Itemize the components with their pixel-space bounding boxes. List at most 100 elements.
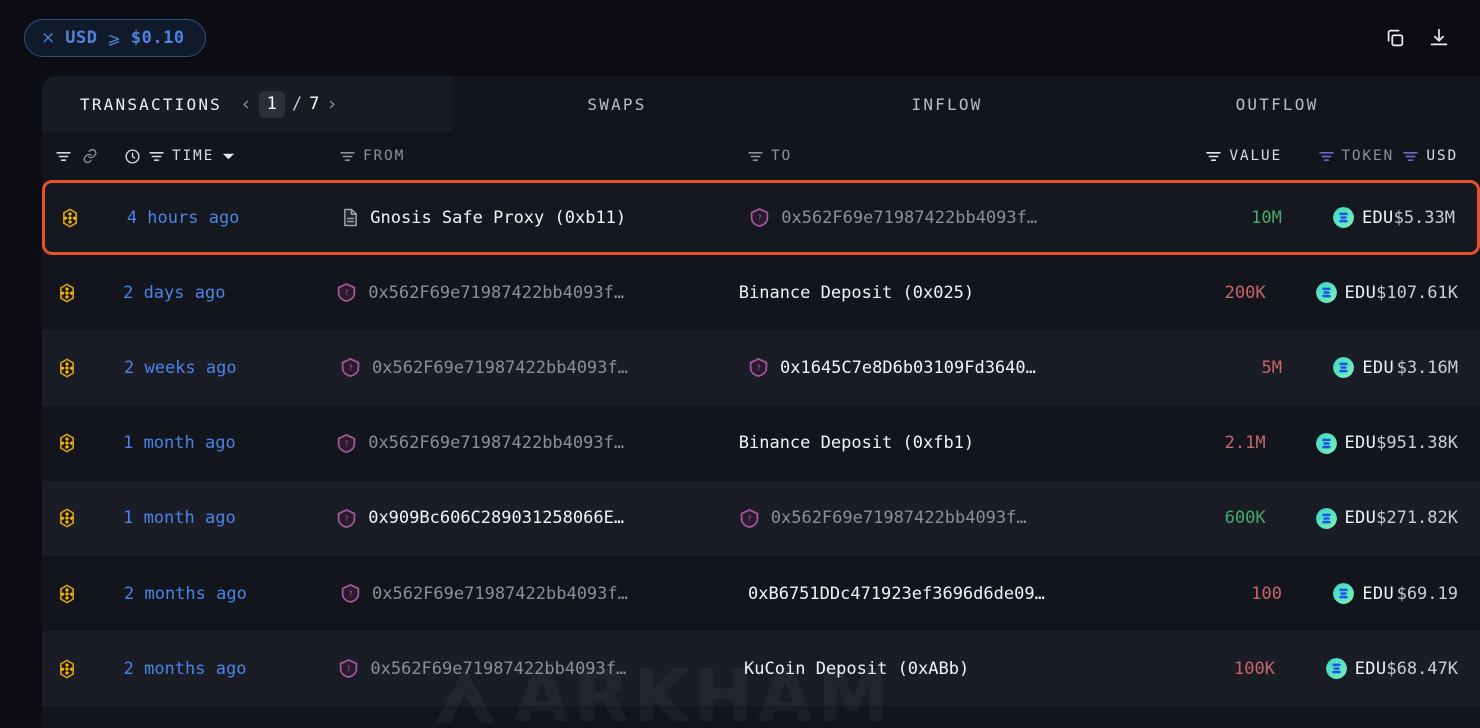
row-to-cell[interactable]: Binance Deposit (0xfb1)	[739, 433, 1142, 453]
row-chain-cell	[42, 507, 123, 529]
row-usd-cell: $271.82K	[1376, 508, 1458, 529]
bnb-chain-icon	[56, 507, 78, 529]
row-token-label: EDU	[1354, 658, 1387, 679]
row-token-cell[interactable]: EDU	[1282, 207, 1394, 229]
row-to-label[interactable]: 0xB6751DDc471923ef3696d6de09…	[748, 584, 1045, 604]
row-from-cell[interactable]: ? 0x562F69e71987422bb4093f…	[336, 282, 739, 303]
unknown-shield-icon: ?	[340, 357, 361, 378]
filter-key-label: USD	[65, 28, 98, 48]
tab-outflow[interactable]: OUTFLOW	[1112, 76, 1442, 132]
row-from-label[interactable]: 0x562F69e71987422bb4093f…	[372, 584, 628, 604]
prev-page-icon[interactable]: ‹	[240, 94, 252, 114]
row-to-cell[interactable]: KuCoin Deposit (0xABb)	[744, 659, 1150, 679]
row-from-label[interactable]: 0x562F69e71987422bb4093f…	[368, 433, 624, 453]
remove-filter-icon[interactable]: ×	[41, 29, 55, 47]
edu-token-icon	[1315, 432, 1337, 454]
row-to-cell[interactable]: ? 0x562F69e71987422bb4093f…	[749, 207, 1156, 228]
row-to-label[interactable]: 0x1645C7e8D6b03109Fd3640…	[780, 358, 1036, 378]
row-to-label[interactable]: Binance Deposit (0xfb1)	[739, 433, 974, 453]
next-page-icon[interactable]: ›	[326, 94, 338, 114]
tab-inflow[interactable]: INFLOW	[782, 76, 1112, 132]
edu-token-icon	[1315, 507, 1337, 529]
table-row[interactable]: 2 weeks ago ? 0x562F69e71987422bb4093f… …	[42, 330, 1480, 406]
row-from-cell[interactable]: ? 0x562F69e71987422bb4093f…	[340, 357, 748, 378]
row-from-cell[interactable]: ? 0x562F69e71987422bb4093f…	[336, 433, 739, 454]
filter-icon[interactable]	[748, 151, 763, 162]
row-token-cell[interactable]: EDU	[1266, 282, 1377, 304]
filter-icon[interactable]	[1319, 151, 1335, 162]
row-usd-cell: $3.16M	[1396, 357, 1458, 378]
column-header-chain[interactable]	[42, 148, 124, 164]
row-time-cell: 4 hours ago	[126, 207, 240, 228]
row-to-cell[interactable]: ? 0x1645C7e8D6b03109Fd3640…	[748, 357, 1156, 378]
unknown-shield-icon: ?	[336, 508, 357, 529]
row-token-cell[interactable]: EDU	[1266, 432, 1377, 454]
row-from-cell[interactable]: ? 0x562F69e71987422bb4093f…	[338, 658, 744, 679]
top-toolbar: × USD ⩾ $0.10	[0, 0, 1480, 76]
row-token-cell[interactable]: EDU	[1282, 583, 1394, 605]
row-to-cell[interactable]: Binance Deposit (0x025)	[739, 283, 1142, 303]
table-row[interactable]: 2 months ago ? 0x562F69e71987422bb4093f……	[42, 631, 1480, 707]
row-from-label[interactable]: 0x562F69e71987422bb4093f…	[370, 659, 626, 679]
unknown-shield-icon: ?	[340, 583, 361, 604]
row-chain-cell	[42, 282, 123, 304]
link-icon[interactable]	[82, 148, 98, 164]
row-token-label: EDU	[1361, 207, 1394, 228]
row-from-cell[interactable]: ? 0x562F69e71987422bb4093f…	[340, 583, 748, 604]
row-to-label[interactable]: 0x562F69e71987422bb4093f…	[781, 208, 1037, 228]
column-header-from[interactable]: FROM	[340, 148, 748, 164]
filter-icon[interactable]	[56, 151, 71, 162]
filter-icon[interactable]	[149, 151, 164, 162]
row-to-cell[interactable]: ? 0x562F69e71987422bb4093f…	[739, 508, 1142, 529]
svg-text:?: ?	[758, 214, 762, 223]
edu-token-icon	[1325, 658, 1347, 680]
column-header-value[interactable]: VALUE	[1156, 148, 1282, 164]
table-row[interactable]: 2 months ago ? 0x562F69e71987422bb4093f……	[42, 555, 1480, 632]
row-from-cell[interactable]: ? 0x909Bc606C289031258066E…	[336, 508, 739, 529]
unknown-shield-icon: ?	[336, 282, 357, 303]
row-token-cell[interactable]: EDU	[1275, 658, 1387, 680]
row-from-label[interactable]: 0x562F69e71987422bb4093f…	[372, 358, 628, 378]
column-header-time[interactable]: TIME	[124, 148, 340, 165]
table-row[interactable]: 2 days ago ? 0x562F69e71987422bb4093f… B…	[42, 255, 1480, 331]
filter-icon[interactable]	[340, 151, 355, 162]
row-to-label[interactable]: KuCoin Deposit (0xABb)	[744, 659, 969, 679]
copy-icon[interactable]	[1382, 25, 1408, 51]
row-from-cell[interactable]: Gnosis Safe Proxy (0xb11)	[342, 208, 749, 228]
row-to-cell[interactable]: 0xB6751DDc471923ef3696d6de09…	[748, 584, 1156, 604]
bnb-chain-icon	[56, 432, 78, 454]
filter-icon[interactable]	[1403, 151, 1419, 162]
unknown-shield-icon: ?	[739, 508, 760, 529]
row-time-cell: 1 month ago	[123, 508, 236, 529]
column-header-usd[interactable]: USD	[1394, 148, 1480, 164]
tab-swaps[interactable]: SWAPS	[452, 76, 782, 132]
tab-inflow-label: INFLOW	[911, 94, 983, 114]
tab-transactions[interactable]: TRANSACTIONS ‹ 1 / 7 ›	[42, 76, 452, 132]
page-navigator: ‹ 1 / 7 ›	[240, 90, 338, 118]
table-row[interactable]: 1 month ago ? 0x909Bc606C289031258066E… …	[42, 480, 1480, 556]
row-token-label: EDU	[1344, 508, 1377, 529]
bnb-chain-icon	[56, 357, 78, 379]
row-token-cell[interactable]: EDU	[1266, 507, 1377, 529]
filter-value-label: $0.10	[130, 28, 185, 48]
usd-filter-pill[interactable]: × USD ⩾ $0.10	[24, 19, 206, 57]
column-header-from-label: FROM	[363, 148, 406, 164]
unknown-shield-icon: ?	[338, 658, 359, 679]
row-token-cell[interactable]: EDU	[1282, 357, 1394, 379]
row-usd-cell: $107.61K	[1376, 282, 1458, 303]
table-row[interactable]: 4 hours ago Gnosis Safe Proxy (0xb11) ? …	[42, 180, 1480, 256]
svg-text:?: ?	[347, 665, 351, 674]
current-page-number[interactable]: 1	[258, 90, 285, 118]
row-from-label[interactable]: Gnosis Safe Proxy (0xb11)	[370, 208, 626, 228]
row-to-label[interactable]: 0x562F69e71987422bb4093f…	[771, 508, 1027, 528]
row-from-label[interactable]: 0x562F69e71987422bb4093f…	[368, 283, 624, 303]
download-icon[interactable]	[1426, 25, 1452, 51]
row-time-cell: 2 months ago	[124, 583, 247, 604]
table-row[interactable]: 1 month ago ? 0x562F69e71987422bb4093f… …	[42, 405, 1480, 481]
chevron-down-icon[interactable]	[222, 152, 235, 161]
row-from-label[interactable]: 0x909Bc606C289031258066E…	[368, 508, 624, 528]
row-to-label[interactable]: Binance Deposit (0x025)	[739, 283, 974, 303]
column-header-token[interactable]: TOKEN	[1282, 148, 1394, 164]
filter-icon[interactable]	[1206, 151, 1222, 162]
column-header-to[interactable]: TO	[748, 148, 1156, 164]
